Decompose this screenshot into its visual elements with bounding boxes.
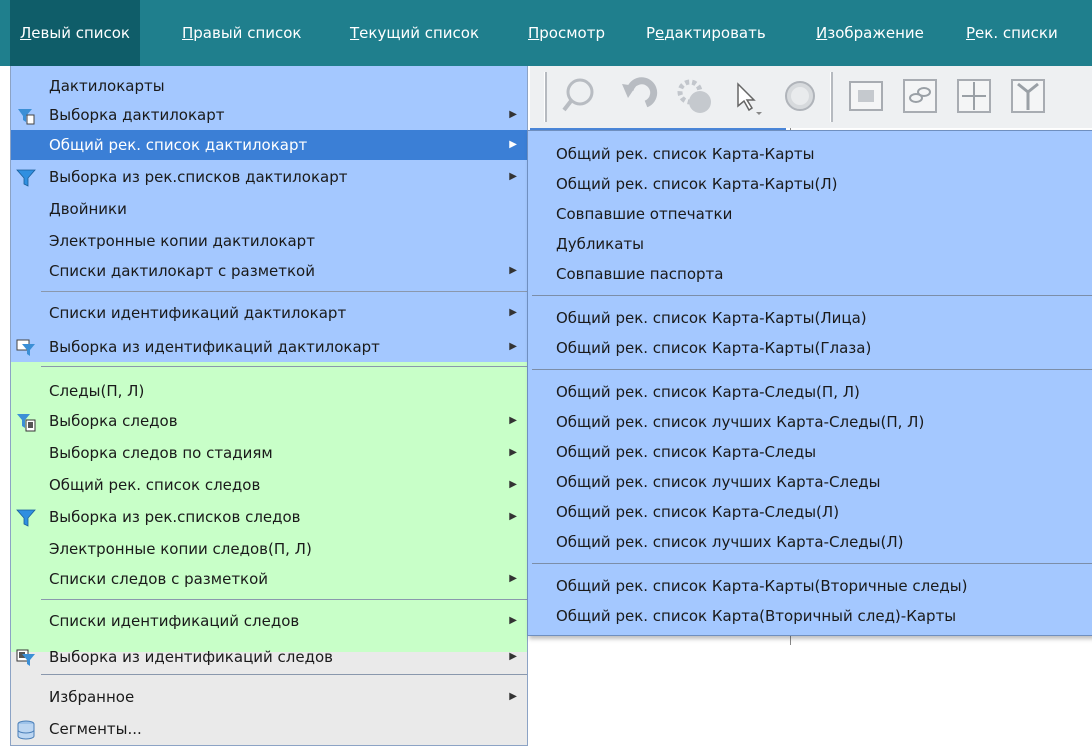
menu-item-cards-identifications[interactable]: Списки идентификаций дактилокарт ▶ (11, 298, 527, 328)
menu-separator (41, 291, 527, 292)
chevron-right-icon: ▶ (509, 651, 517, 662)
chevron-right-icon: ▶ (509, 447, 517, 458)
chevron-right-icon: ▶ (509, 265, 517, 276)
submenu-item[interactable]: Общий рек. список Карта-Карты(Л) (528, 169, 1092, 199)
link-icon[interactable] (898, 74, 942, 118)
chevron-right-icon: ▶ (509, 109, 517, 120)
menu-item-traces-rec-list[interactable]: Общий рек. список следов ▶ (11, 470, 527, 500)
menu-item-cards-selection[interactable]: Выборка дактилокарт ▶ (11, 100, 527, 130)
rec-list-submenu: Общий рек. список Карта-Карты Общий рек.… (527, 130, 1092, 636)
main-menubar: Левый список Правый список Текущий списо… (0, 0, 1092, 66)
menu-view[interactable]: Просмотр (518, 0, 615, 66)
menu-item-traces-ecopies[interactable]: Электронные копии следов(П, Л) (11, 534, 527, 564)
submenu-item[interactable]: Общий рек. список Карта-Карты(Вторичные … (528, 571, 1092, 601)
toolbar-separator (544, 72, 547, 122)
menu-item-doubles[interactable]: Двойники (11, 194, 527, 224)
menu-right-list[interactable]: Правый список (172, 0, 311, 66)
menu-item-favorites[interactable]: Избранное ▶ (11, 682, 527, 712)
chevron-right-icon: ▶ (509, 415, 517, 426)
submenu-item[interactable]: Общий рек. список Карта-Следы(П, Л) (528, 377, 1092, 407)
search-icon[interactable] (560, 74, 604, 118)
menu-item-cards-id-selection[interactable]: Выборка из идентификаций дактилокарт ▶ (11, 332, 527, 362)
menu-item-traces-stages[interactable]: Выборка следов по стадиям ▶ (11, 438, 527, 468)
menu-item-cards-marked[interactable]: Списки дактилокарт с разметкой ▶ (11, 256, 527, 286)
menu-rec-lists[interactable]: Рек. списки (956, 0, 1068, 66)
undo-icon[interactable] (616, 74, 660, 118)
menu-separator (532, 563, 1092, 564)
menu-edit[interactable]: Редактировать (636, 0, 776, 66)
chevron-right-icon: ▶ (509, 511, 517, 522)
menu-item-cards-rec-list[interactable]: Общий рек. список дактилокарт ▶ (11, 130, 527, 160)
card-filter-icon (18, 109, 35, 125)
chevron-right-icon: ▶ (509, 307, 517, 318)
submenu-item[interactable]: Совпавшие отпечатки (528, 199, 1092, 229)
menu-separator (41, 674, 527, 675)
toolbar-separator (830, 72, 833, 122)
menu-item-cards[interactable]: Дактилокарты (11, 71, 527, 101)
menu-item-traces-identifications[interactable]: Списки идентификаций следов ▶ (11, 606, 527, 636)
menu-item-segments[interactable]: Сегменты... (11, 714, 527, 744)
menu-separator (41, 599, 527, 600)
settings-icon[interactable] (672, 74, 716, 118)
trace-id-filter-icon (16, 649, 35, 666)
cursor-icon[interactable] (724, 74, 768, 118)
submenu-item[interactable]: Общий рек. список Карта(Вторичный след)-… (528, 601, 1092, 631)
filter-icon (16, 509, 36, 527)
filter-icon (16, 169, 36, 187)
menu-item-traces-rec-selection[interactable]: Выборка из рек.списков следов ▶ (11, 502, 527, 532)
database-icon (17, 720, 35, 740)
menu-item-traces[interactable]: Следы(П, Л) (11, 376, 527, 406)
branch-icon[interactable] (1006, 74, 1050, 118)
submenu-item[interactable]: Совпавшие паспорта (528, 259, 1092, 289)
menu-item-traces-selection[interactable]: Выборка следов ▶ (11, 406, 527, 436)
toolbar (530, 66, 1092, 129)
chevron-right-icon: ▶ (509, 479, 517, 490)
menu-separator (41, 366, 527, 367)
chevron-right-icon: ▶ (509, 171, 517, 182)
menu-image[interactable]: Изображение (806, 0, 934, 66)
submenu-item[interactable]: Общий рек. список Карта-Карты(Лица) (528, 303, 1092, 333)
submenu-item[interactable]: Дубликаты (528, 229, 1092, 259)
left-list-dropdown: Дактилокарты Выборка дактилокарт ▶ Общий … (10, 66, 528, 746)
submenu-item[interactable]: Общий рек. список Карта-Следы (528, 437, 1092, 467)
submenu-item[interactable]: Общий рек. список Карта-Следы(Л) (528, 497, 1092, 527)
submenu-item[interactable]: Общий рек. список лучших Карта-Следы(П, … (528, 407, 1092, 437)
menu-item-traces-marked[interactable]: Списки следов с разметкой ▶ (11, 564, 527, 594)
chevron-right-icon: ▶ (509, 573, 517, 584)
chevron-right-icon: ▶ (509, 139, 517, 150)
menu-separator (532, 295, 1092, 296)
menu-left-list[interactable]: Левый список (10, 0, 140, 66)
chevron-right-icon: ▶ (509, 615, 517, 626)
menu-current-list[interactable]: Текущий список (340, 0, 489, 66)
split-icon[interactable] (952, 74, 996, 118)
id-filter-icon (16, 339, 35, 356)
menu-item-cards-rec-selection[interactable]: Выборка из рек.списков дактилокарт ▶ (11, 162, 527, 192)
chevron-right-icon: ▶ (509, 691, 517, 702)
circle-icon[interactable] (778, 74, 822, 118)
submenu-item[interactable]: Общий рек. список лучших Карта-Следы (528, 467, 1092, 497)
submenu-item[interactable]: Общий рек. список Карта-Карты (528, 139, 1092, 169)
menu-separator (532, 369, 1092, 370)
menu-item-cards-ecopies[interactable]: Электронные копии дактилокарт (11, 226, 527, 256)
picture-icon[interactable] (844, 74, 888, 118)
chevron-right-icon: ▶ (509, 341, 517, 352)
submenu-item[interactable]: Общий рек. список Карта-Карты(Глаза) (528, 333, 1092, 363)
submenu-item[interactable]: Общий рек. список лучших Карта-Следы(Л) (528, 527, 1092, 557)
menu-item-traces-id-selection[interactable]: Выборка из идентификаций следов ▶ (11, 642, 527, 672)
trace-filter-icon (17, 414, 36, 432)
